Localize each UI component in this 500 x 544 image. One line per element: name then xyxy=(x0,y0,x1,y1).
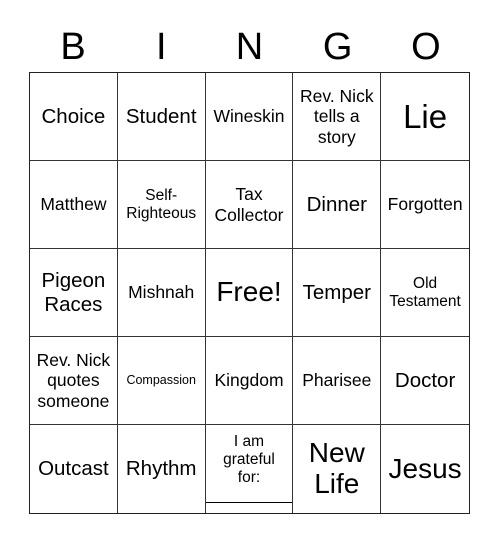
bingo-header: B I N G O xyxy=(29,22,470,72)
bingo-cell[interactable]: Doctor xyxy=(381,337,469,425)
bingo-cell[interactable]: Dinner xyxy=(293,161,382,249)
bingo-cell[interactable]: Student xyxy=(117,73,206,161)
bingo-cell-text: Tax Collector xyxy=(214,184,284,225)
bingo-cell-text: Doctor xyxy=(394,368,456,392)
bingo-cell-text: Jesus xyxy=(388,452,462,484)
bingo-cell[interactable]: Outcast xyxy=(30,425,118,513)
bingo-cell-text: Self- Righteous xyxy=(126,186,197,222)
header-letter-n: N xyxy=(235,26,264,68)
bingo-cell[interactable]: Wineskin xyxy=(205,73,294,161)
bingo-cell-text: Wineskin xyxy=(213,106,285,127)
bingo-cell-text: Lie xyxy=(403,97,448,135)
bingo-cell-text: Rev. Nick tells a story xyxy=(300,86,374,147)
header-letter-i: I xyxy=(156,26,167,68)
bingo-cell-text: Dinner xyxy=(306,192,367,216)
bingo-cell-text: Rev. Nick quotes someone xyxy=(36,350,111,411)
bingo-cell[interactable]: Mishnah xyxy=(117,249,206,337)
bingo-cell-text: Student xyxy=(125,104,197,128)
bingo-cell[interactable]: Rev. Nick tells a story xyxy=(293,73,382,161)
bingo-cell[interactable]: Pigeon Races xyxy=(30,249,118,337)
bingo-cell-text: Choice xyxy=(41,104,106,128)
bingo-cell-text: Mishnah xyxy=(128,282,195,303)
header-letter-o: O xyxy=(411,26,441,68)
bingo-cell-text: Free! xyxy=(216,276,282,308)
bingo-cell[interactable]: Lie xyxy=(381,73,469,161)
bingo-cell[interactable]: Choice xyxy=(30,73,118,161)
bingo-cell-text: I am grateful for: __________ xyxy=(205,433,293,504)
bingo-cell-text: Matthew xyxy=(40,194,107,215)
bingo-cell-text: New Life xyxy=(308,437,365,499)
bingo-cell[interactable]: Pharisee xyxy=(293,337,382,425)
bingo-cell[interactable]: Tax Collector xyxy=(205,161,294,249)
bingo-grid: Choice Student Wineskin Rev. Nick tells a s… xyxy=(29,72,470,514)
bingo-cell-text: Temper xyxy=(302,280,371,304)
bingo-cell[interactable]: Forgotten xyxy=(381,161,469,249)
bingo-cell[interactable]: Temper xyxy=(293,249,382,337)
bingo-cell[interactable]: Self- Righteous xyxy=(117,161,206,249)
bingo-cell-text: Forgotten xyxy=(387,194,463,215)
free-space-cell[interactable]: Free! xyxy=(205,249,294,337)
bingo-cell[interactable]: Rhythm xyxy=(118,425,206,513)
bingo-cell-text: Rhythm xyxy=(125,457,197,481)
bingo-cell[interactable]: New Life xyxy=(293,425,382,513)
bingo-cell-text: Pigeon Races xyxy=(41,268,106,316)
bingo-cell[interactable]: Old Testament xyxy=(381,249,469,337)
bingo-cell-text: Pharisee xyxy=(302,370,372,391)
bingo-cell[interactable]: I am grateful for: __________ xyxy=(206,425,294,513)
bingo-cell-text: Compassion xyxy=(126,373,196,388)
bingo-cell[interactable]: Compassion xyxy=(117,337,206,425)
bingo-cell-text: Outcast xyxy=(38,457,109,481)
bingo-cell[interactable]: Rev. Nick quotes someone xyxy=(30,337,118,425)
header-letter-b: B xyxy=(60,26,86,68)
bingo-cell-text: Old Testament xyxy=(389,274,461,310)
bingo-cell-text: Kingdom xyxy=(214,370,284,391)
header-letter-g: G xyxy=(322,26,353,68)
bingo-cell[interactable]: Kingdom xyxy=(205,337,294,425)
bingo-cell[interactable]: Matthew xyxy=(30,161,118,249)
bingo-cell[interactable]: Jesus xyxy=(381,425,469,513)
